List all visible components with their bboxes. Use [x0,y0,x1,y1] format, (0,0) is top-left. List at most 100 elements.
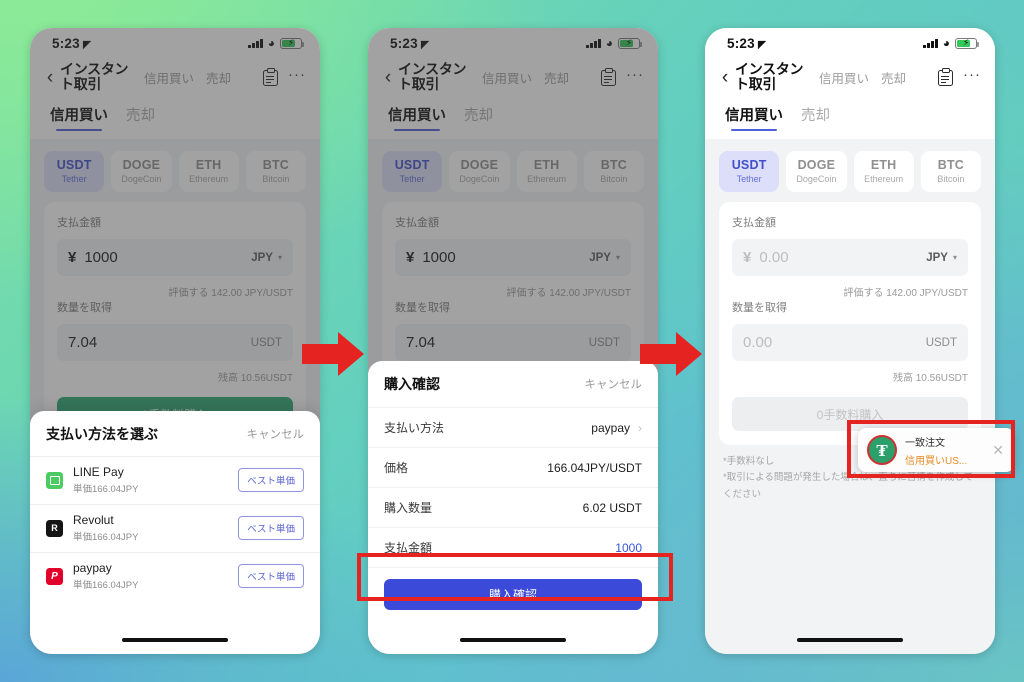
segment-tabs: 信用買い 売却 [30,98,320,140]
signal-bars-icon [586,38,601,48]
payment-method-name: Revolut [73,513,114,527]
location-arrow-icon: ◤ [757,38,767,51]
tab-margin-buy[interactable]: 信用買い [388,104,446,132]
nav-link-buy[interactable]: 信用買い [144,68,194,87]
revolut-icon [46,519,63,537]
chevron-down-icon[interactable]: ▾ [953,253,957,262]
nav-link-sell[interactable]: 売却 [881,68,906,87]
get-amount-label: 数量を取得 [732,302,787,315]
best-price-badge[interactable]: ベスト単価 [238,468,304,492]
page-title: インスタント取引 [60,61,129,93]
currency-unit: JPY [589,251,611,264]
clipboard-icon[interactable] [938,68,953,87]
coin-chip-btc[interactable]: BTC Bitcoin [920,151,981,193]
coin-symbol: USDT [56,158,92,173]
payment-method-name: paypay [73,561,112,575]
payment-method-row[interactable]: paypay 単価166.04JPY ベスト単価 [30,552,320,600]
pay-amount-input[interactable]: ¥ 1000 JPY ▾ [57,239,293,277]
coin-symbol: USDT [394,158,430,173]
flow-arrow-1 [302,332,364,381]
best-price-badge[interactable]: ベスト単価 [238,564,304,588]
home-indicator [122,637,228,642]
back-button[interactable]: ‹ [380,68,396,87]
line-pay-icon [46,471,63,489]
coin-chip-doge[interactable]: DOGE DogeCoin [111,151,172,193]
confirm-cancel-button[interactable]: キャンセル [585,376,643,392]
row-key: 価格 [384,461,409,475]
tab-sell[interactable]: 売却 [801,104,830,131]
coin-chip-btc[interactable]: BTC Bitcoin [245,151,306,193]
pay-amount-input[interactable]: ¥ 1000 JPY ▾ [395,239,631,277]
chevron-down-icon[interactable]: ▾ [616,253,620,262]
tab-sell[interactable]: 売却 [126,104,155,131]
currency-symbol: ¥ [743,249,752,267]
nav-link-buy[interactable]: 信用買い [819,68,869,87]
page-title: インスタント取引 [398,61,467,93]
coin-chip-btc[interactable]: BTC Bitcoin [583,151,644,193]
payment-method-rate: 単価166.04JPY [73,484,139,495]
back-button[interactable]: ‹ [717,68,733,87]
coin-selector: USDT Tether DOGE DogeCoin ETH Ethereum B… [719,151,981,193]
coin-chip-usdt[interactable]: USDT Tether [44,151,105,193]
coin-selector: USDT Tether DOGE DogeCoin ETH Ethereum B… [44,151,306,193]
battery-charging-icon: ⚡ [618,37,642,49]
coin-symbol: DOGE [797,158,836,173]
more-options-icon[interactable]: ··· [963,67,981,84]
more-options-icon[interactable]: ··· [626,67,644,84]
tab-margin-buy[interactable]: 信用買い [725,104,783,132]
get-amount-label: 数量を取得 [395,302,450,315]
get-amount-value: 7.04 [68,334,98,352]
payment-method-sheet: 支払い方法を選ぶ キャンセル LINE Pay 単価166.04JPY ベスト単… [30,411,320,654]
clipboard-icon[interactable] [601,68,616,87]
confirm-row-payment-method[interactable]: 支払い方法 paypay › [368,407,658,447]
coin-symbol: ETH [195,158,222,173]
coin-name: DogeCoin [796,174,837,185]
coin-name: Tether [61,174,87,185]
coin-chip-doge[interactable]: DOGE DogeCoin [786,151,847,193]
payment-method-rate: 単価166.04JPY [73,580,139,591]
chevron-down-icon[interactable]: ▾ [278,253,282,262]
payment-method-row[interactable]: Revolut 単価166.04JPY ベスト単価 [30,504,320,552]
rate-hint: 評価する 142.00 JPY/USDT [168,288,293,300]
nav-link-buy[interactable]: 信用買い [482,68,532,87]
coin-chip-usdt[interactable]: USDT Tether [382,151,443,193]
confirm-row-quantity: 購入数量 6.02 USDT [368,487,658,527]
row-key: 支払い方法 [384,421,445,435]
coin-selector: USDT Tether DOGE DogeCoin ETH Ethereum B… [382,151,644,193]
status-time: 5:23 ◤ [52,35,92,51]
clipboard-icon[interactable] [263,68,278,87]
pay-amount-input[interactable]: ¥ 0.00 JPY ▾ [732,239,968,277]
home-indicator [460,637,566,642]
currency-unit: JPY [251,251,273,264]
location-arrow-icon: ◤ [82,38,92,51]
coin-chip-eth[interactable]: ETH Ethereum [178,151,239,193]
coin-chip-usdt[interactable]: USDT Tether [719,151,780,193]
coin-unit: USDT [925,336,957,349]
coin-symbol: BTC [600,158,628,173]
coin-chip-eth[interactable]: ETH Ethereum [853,151,914,193]
nav-bar: ‹ インスタント取引 信用買い 売却 ··· [368,58,658,99]
nav-link-sell[interactable]: 売却 [544,68,569,87]
payment-method-rate: 単価166.04JPY [73,532,139,543]
pay-amount-value: 0.00 [759,249,789,267]
wifi-icon: ◕ [605,36,613,50]
tab-margin-buy[interactable]: 信用買い [50,104,108,132]
coin-name: Bitcoin [600,174,628,185]
get-amount-input[interactable]: 0.00 USDT [732,324,968,362]
pay-amount-value: 1000 [422,249,456,267]
row-value: 166.04JPY/USDT [547,460,642,475]
get-amount-input[interactable]: 7.04 USDT [395,324,631,362]
back-button[interactable]: ‹ [42,68,58,87]
get-amount-input[interactable]: 7.04 USDT [57,324,293,362]
coin-chip-doge[interactable]: DOGE DogeCoin [449,151,510,193]
coin-chip-eth[interactable]: ETH Ethereum [516,151,577,193]
tab-sell[interactable]: 売却 [464,104,493,131]
rate-hint: 評価する 142.00 JPY/USDT [506,288,631,300]
coin-name: Tether [399,174,425,185]
best-price-badge[interactable]: ベスト単価 [238,516,304,540]
more-options-icon[interactable]: ··· [288,67,306,84]
payment-method-row[interactable]: LINE Pay 単価166.04JPY ベスト単価 [30,456,320,504]
nav-link-sell[interactable]: 売却 [206,68,231,87]
coin-unit: USDT [588,336,620,349]
sheet-cancel-button[interactable]: キャンセル [247,426,305,442]
